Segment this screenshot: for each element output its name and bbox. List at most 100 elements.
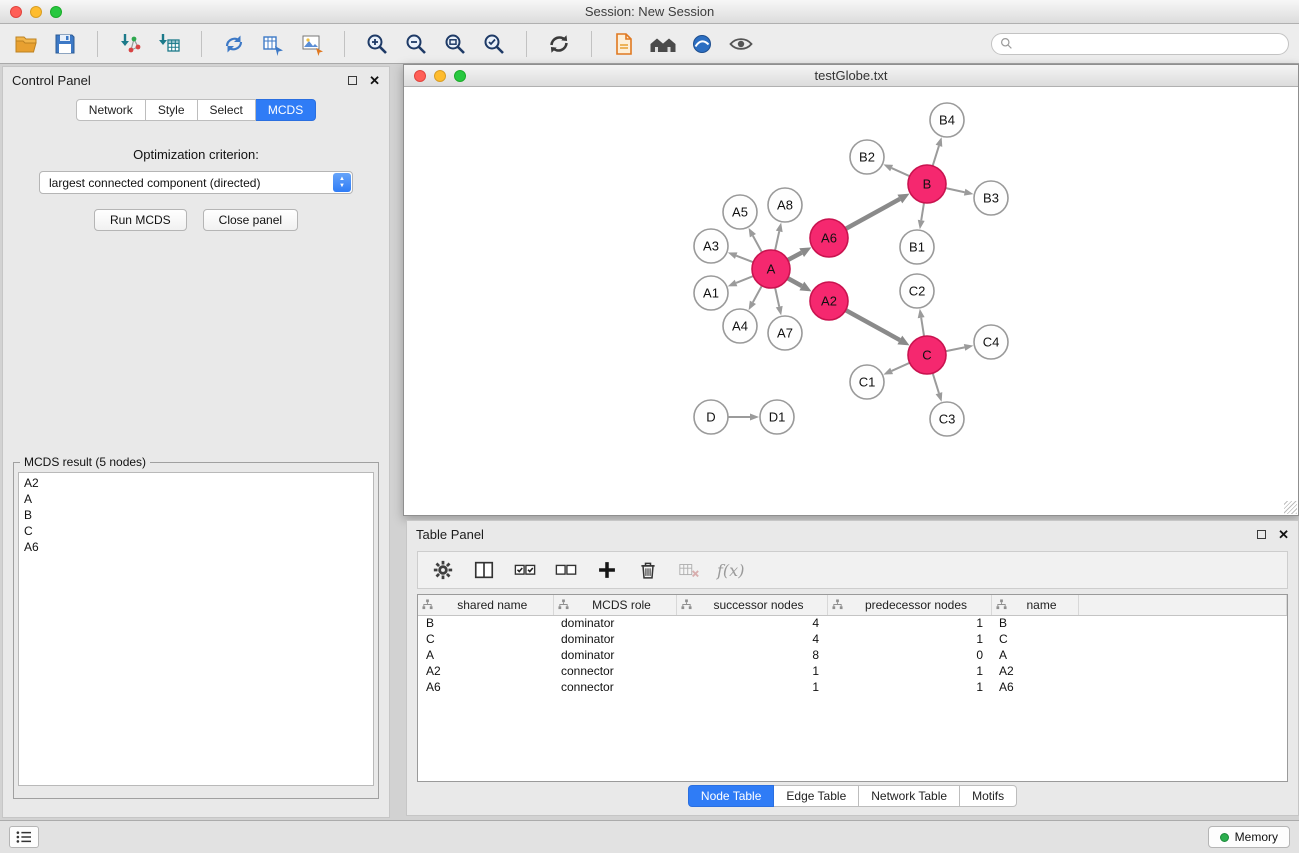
table-cell[interactable]: C — [991, 631, 1078, 647]
new-network-icon[interactable] — [218, 29, 250, 59]
select-all-rows-icon[interactable] — [512, 557, 538, 583]
control-panel-header: Control Panel — [3, 67, 389, 93]
import-table-file-icon[interactable] — [153, 29, 185, 59]
table-tab-motifs[interactable]: Motifs — [960, 785, 1017, 807]
table-cell[interactable]: A — [991, 647, 1078, 663]
table-cell[interactable]: connector — [553, 663, 676, 679]
search-input[interactable] — [1018, 37, 1280, 51]
column-header-shared-name[interactable]: shared name — [418, 595, 553, 615]
close-table-panel-icon[interactable] — [1278, 527, 1289, 542]
birds-eye-view-icon[interactable] — [725, 29, 757, 59]
edge-arrow-icon — [964, 344, 974, 351]
table-cell[interactable]: 1 — [827, 663, 991, 679]
table-cell[interactable]: 1 — [827, 631, 991, 647]
table-cell[interactable]: 4 — [676, 631, 827, 647]
graph-node-label: C3 — [939, 412, 956, 427]
table-cell[interactable]: A6 — [991, 679, 1078, 695]
table-tab-network-table[interactable]: Network Table — [859, 785, 960, 807]
column-header-successor-nodes[interactable]: successor nodes — [676, 595, 827, 615]
export-image-icon[interactable] — [296, 29, 328, 59]
network-close-button[interactable] — [414, 70, 426, 82]
table-tab-node-table[interactable]: Node Table — [688, 785, 775, 807]
add-row-icon[interactable] — [594, 557, 620, 583]
table-cell[interactable]: A6 — [418, 679, 553, 695]
table-row[interactable]: Cdominator41C — [418, 631, 1287, 647]
float-table-panel-icon[interactable] — [1257, 530, 1266, 539]
minimize-window-button[interactable] — [30, 6, 42, 18]
close-window-button[interactable] — [10, 6, 22, 18]
fx-function-icon[interactable]: f(x) — [717, 561, 744, 580]
optimization-criterion-label: Optimization criterion: — [3, 147, 389, 162]
delete-table-icon[interactable] — [676, 557, 702, 583]
import-network-file-icon[interactable] — [114, 29, 146, 59]
table-cell[interactable]: dominator — [553, 631, 676, 647]
task-list-icon — [15, 830, 33, 844]
float-panel-icon[interactable] — [348, 76, 357, 85]
column-visibility-icon[interactable] — [471, 557, 497, 583]
table-tab-edge-table[interactable]: Edge Table — [774, 785, 859, 807]
delete-row-icon[interactable] — [635, 557, 661, 583]
table-row[interactable]: A2connector11A2 — [418, 663, 1287, 679]
table-row[interactable]: A6connector11A6 — [418, 679, 1287, 695]
tab-mcds[interactable]: MCDS — [256, 99, 316, 121]
table-cell[interactable]: 1 — [676, 663, 827, 679]
table-cell[interactable]: 8 — [676, 647, 827, 663]
column-tree-icon — [832, 599, 843, 613]
table-cell[interactable]: 1 — [676, 679, 827, 695]
table-cell[interactable]: dominator — [553, 615, 676, 631]
tab-style[interactable]: Style — [146, 99, 198, 121]
open-session-icon[interactable] — [10, 29, 42, 59]
network-canvas[interactable]: B4B2BB3B1A5A8A6A3AA1A2C2A4A7C4CC1C3DD1 — [404, 87, 1298, 515]
table-cell[interactable]: 4 — [676, 615, 827, 631]
close-panel-icon[interactable] — [369, 73, 380, 88]
graph-node-label: A8 — [777, 198, 793, 213]
tab-select[interactable]: Select — [198, 99, 256, 121]
zoom-selected-icon[interactable] — [478, 29, 510, 59]
open-document-icon[interactable] — [608, 29, 640, 59]
table-cell[interactable]: B — [991, 615, 1078, 631]
zoom-in-icon[interactable] — [361, 29, 393, 59]
search-box[interactable] — [991, 33, 1289, 55]
mcds-result-item[interactable]: B — [24, 507, 368, 523]
table-cell[interactable]: 0 — [827, 647, 991, 663]
network-minimize-button[interactable] — [434, 70, 446, 82]
resize-grip[interactable] — [1284, 501, 1297, 514]
table-settings-gear-icon[interactable] — [430, 557, 456, 583]
graphics-details-icon[interactable] — [686, 29, 718, 59]
home-view-icon[interactable] — [647, 29, 679, 59]
tab-network[interactable]: Network — [76, 99, 146, 121]
mcds-result-item[interactable]: A6 — [24, 539, 368, 555]
table-cell[interactable]: connector — [553, 679, 676, 695]
run-mcds-button[interactable]: Run MCDS — [94, 209, 187, 231]
network-zoom-button[interactable] — [454, 70, 466, 82]
table-cell[interactable]: dominator — [553, 647, 676, 663]
column-header-name[interactable]: name — [991, 595, 1078, 615]
table-row[interactable]: Adominator80A — [418, 647, 1287, 663]
table-cell[interactable]: 1 — [827, 615, 991, 631]
mcds-result-item[interactable]: A2 — [24, 475, 368, 491]
column-header-predecessor-nodes[interactable]: predecessor nodes — [827, 595, 991, 615]
deselect-all-rows-icon[interactable] — [553, 557, 579, 583]
table-cell[interactable]: B — [418, 615, 553, 631]
zoom-out-icon[interactable] — [400, 29, 432, 59]
close-panel-button[interactable]: Close panel — [203, 209, 298, 231]
memory-button[interactable]: Memory — [1208, 826, 1290, 848]
optimization-criterion-select[interactable]: largest connected component (directed) — [39, 171, 353, 194]
mcds-result-list: A2ABCA6 — [18, 472, 374, 786]
table-cell[interactable]: 1 — [827, 679, 991, 695]
table-cell[interactable]: A2 — [418, 663, 553, 679]
new-table-icon[interactable] — [257, 29, 289, 59]
table-row[interactable]: Bdominator41B — [418, 615, 1287, 631]
table-cell[interactable]: C — [418, 631, 553, 647]
table-cell[interactable]: A — [418, 647, 553, 663]
network-view-window: testGlobe.txt B4B2BB3B1A5A8A6A3AA1A2C2A4… — [403, 64, 1299, 516]
mcds-result-item[interactable]: A — [24, 491, 368, 507]
save-session-icon[interactable] — [49, 29, 81, 59]
table-cell[interactable]: A2 — [991, 663, 1078, 679]
zoom-window-button[interactable] — [50, 6, 62, 18]
column-header-mcds-role[interactable]: MCDS role — [553, 595, 676, 615]
refresh-layout-icon[interactable] — [543, 29, 575, 59]
zoom-fit-icon[interactable] — [439, 29, 471, 59]
mcds-result-item[interactable]: C — [24, 523, 368, 539]
task-history-button[interactable] — [9, 826, 39, 848]
